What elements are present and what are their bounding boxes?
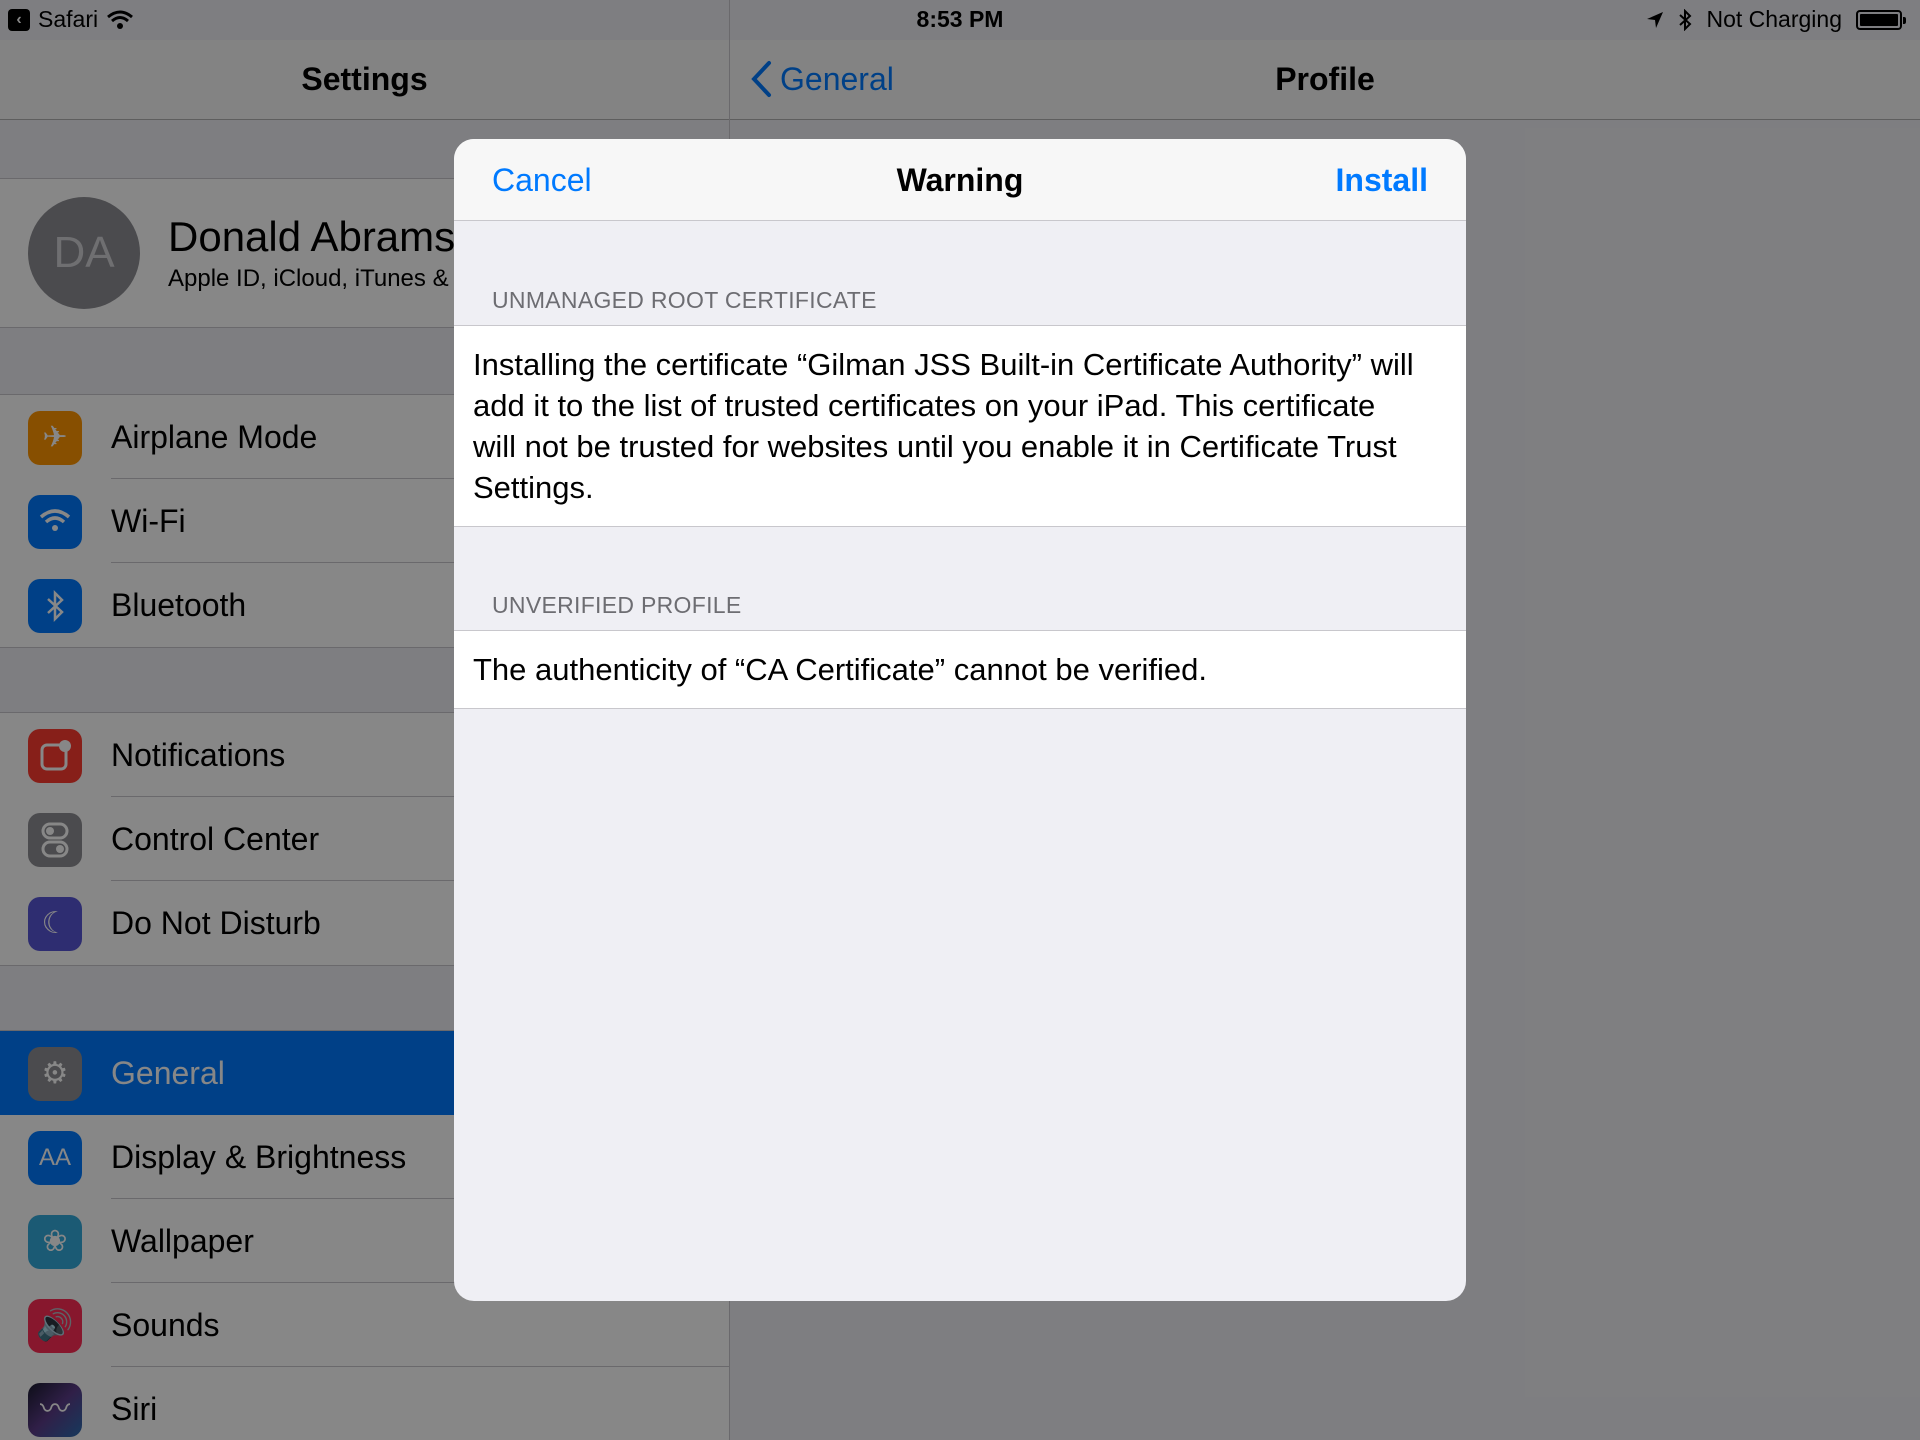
section-header-unverified-profile: UNVERIFIED PROFILE (492, 592, 742, 618)
section-body-unmanaged-root-certificate: Installing the certificate “Gilman JSS B… (454, 325, 1466, 527)
section-header-unmanaged-root-certificate: UNMANAGED ROOT CERTIFICATE (492, 287, 877, 313)
sheet-title: Warning (896, 162, 1024, 198)
section-body-unverified-profile: The authenticity of “CA Certificate” can… (454, 630, 1466, 709)
install-button[interactable]: Install (1336, 139, 1428, 221)
sheet-header: Cancel Warning Install (454, 139, 1466, 221)
warning-sheet: Cancel Warning Install UNMANAGED ROOT CE… (454, 139, 1466, 1301)
